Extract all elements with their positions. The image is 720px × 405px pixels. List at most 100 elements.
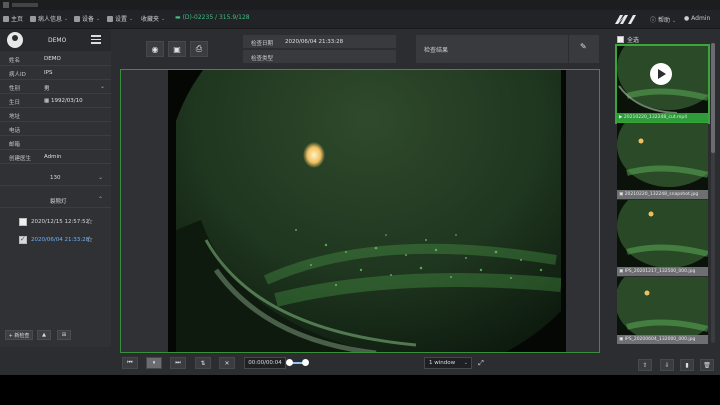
exam-result: 检查结果 ✎ [416, 35, 599, 63]
record-date[interactable]: 2020/12/15 12:57:52 [31, 219, 89, 225]
gallery-caption: ▣ IPS_20201217_132500_000.jpg [617, 267, 708, 276]
window-select-value: 1 window [429, 360, 456, 366]
gallery-scrollbar[interactable] [711, 43, 715, 343]
scrollbar-thumb[interactable] [711, 43, 715, 153]
camera-icon[interactable]: ◉ [146, 41, 164, 57]
chevron-down-icon: ⌄ [64, 15, 69, 22]
chevron-down-icon: ⌄ [129, 15, 134, 22]
video-capture-icon[interactable]: ▣ [168, 41, 186, 57]
edit-icon[interactable]: ✎ [580, 42, 587, 51]
star-icon[interactable]: ☆ [86, 235, 93, 244]
field-label: 创建医生 [9, 156, 32, 162]
nav-patient-info[interactable]: 病人信息 ⌄ [30, 14, 68, 23]
upload-button[interactable]: ▲ [37, 330, 51, 340]
menu-icon[interactable] [91, 35, 101, 44]
field-name: 姓名 DEMO [0, 52, 111, 66]
field-address[interactable]: 地址 [0, 108, 111, 122]
birthday-value: 1992/03/10 [50, 98, 83, 104]
record-group-130[interactable]: 130 ⌄ [0, 170, 111, 186]
field-value[interactable]: 男 [44, 84, 50, 92]
chevron-down-icon: ⌄ [671, 18, 677, 24]
new-exam-button[interactable]: + 新检查 [5, 330, 33, 340]
bookmark-icon[interactable]: ▮ [680, 359, 694, 371]
device-ip-text: (D)-02235 / 315.9/128 [182, 14, 250, 21]
record-date[interactable]: 2020/06/04 21:33:28 [31, 237, 89, 243]
help-icon: ⓘ [650, 17, 657, 24]
group-title: 130 [50, 175, 61, 181]
help-menu[interactable]: ⓘ 帮助 ⌄ [650, 15, 676, 24]
fullscreen-icon[interactable]: ⤢ [474, 357, 488, 369]
slider-handle[interactable] [302, 359, 309, 366]
gallery-item[interactable]: ▣ 20210220_132248_snapshot.jpg [617, 123, 708, 199]
exam-date-label: 检查日期 [251, 41, 274, 47]
pause-icon[interactable]: ⏸ [146, 357, 162, 369]
thumbnail-image [617, 123, 708, 190]
group-title: 裂隙灯 [50, 199, 67, 205]
nav-home-label: 主页 [11, 16, 24, 23]
gallery-caption-text: IPS_20201217_132500_000.jpg [624, 269, 696, 274]
skip-back-icon[interactable]: ⏮ [122, 357, 138, 369]
select-all[interactable]: 全选 [617, 35, 639, 44]
record-checkbox[interactable] [19, 235, 27, 244]
exam-result-label: 检查结果 [424, 47, 449, 54]
field-value[interactable]: ▦ 1992/03/10 [44, 98, 83, 104]
gallery-item[interactable]: ▶ 20210220_132248_cut.mp4 [615, 44, 710, 124]
gallery-item[interactable]: ▣ IPS_20200604_132000_000.jpg [617, 277, 708, 344]
chevron-down-icon: ⌄ [161, 15, 166, 22]
user-icon [30, 15, 36, 22]
repeat-icon[interactable]: ⇅ [195, 357, 211, 369]
chevron-down-icon: ⌄ [463, 360, 468, 366]
star-icon[interactable]: ☆ [86, 217, 93, 226]
grid-button[interactable]: ⊞ [57, 330, 71, 340]
upload-icon[interactable]: ⇧ [638, 359, 652, 371]
skip-forward-icon[interactable]: ⏭ [170, 357, 186, 369]
car-icon: ▬ [175, 14, 183, 21]
delete-icon[interactable]: 🗑 [700, 359, 714, 371]
playback-controls: ⏮ ⏸ ⏭ ⇅ ✕ 00:00/00:04 1 window ⌄ ⤢ [113, 354, 608, 372]
nav-device[interactable]: 设备 ⌄ [74, 14, 100, 23]
chevron-up-icon: ⌃ [98, 196, 104, 203]
nav-home[interactable]: 主页 [3, 14, 23, 23]
play-icon[interactable] [650, 63, 672, 85]
print-icon[interactable]: ⎙ [190, 41, 208, 57]
window-select[interactable]: 1 window ⌄ [424, 357, 472, 369]
gallery-caption-text: 20210220_132248_cut.mp4 [623, 115, 688, 120]
media-gallery: 全选 ▶ 20210220_132248_cut.mp4 ▣ 20210220_… [612, 29, 720, 347]
divider [568, 35, 569, 63]
device-ip-status: ▬ (D)-02235 / 315.9/128 [175, 14, 250, 21]
gallery-item[interactable]: ▣ IPS_20201217_132500_000.jpg [617, 200, 708, 276]
top-nav: 主页 病人信息 ⌄ 设备 ⌄ 设置 ⌄ 收藏夹 ⌄ ▬ (D)-02235 / … [0, 10, 720, 29]
field-birthday[interactable]: 生日 ▦ 1992/03/10 [0, 94, 111, 108]
app-title-placeholder [12, 3, 38, 7]
brand-logo [615, 15, 636, 24]
field-phone[interactable]: 电话 [0, 122, 111, 136]
record-group-slitlamp[interactable]: 裂隙灯 ⌃ [0, 192, 111, 208]
close-icon[interactable]: ✕ [219, 357, 235, 369]
gallery-toolbar: ⇧ ⇩ ▮ 🗑 [624, 357, 720, 375]
record-row[interactable]: 2020/06/04 21:33:28 ☆ [0, 230, 111, 250]
nav-patient-info-label: 病人信息 [38, 16, 63, 23]
field-value[interactable]: IPS [44, 70, 52, 76]
nav-favorites[interactable]: 收藏夹 ⌄ [141, 14, 166, 24]
field-doctor: 创建医生 Admin [0, 150, 111, 164]
gallery-caption: ▶ 20210220_132248_cut.mp4 [617, 113, 708, 122]
avatar [7, 32, 23, 48]
field-label: 生日 [9, 100, 21, 106]
chevron-down-icon: ⌄ [98, 174, 104, 181]
user-menu[interactable]: ● Admin [684, 15, 710, 22]
field-value[interactable]: DEMO [44, 56, 61, 62]
field-email[interactable]: 邮箱 [0, 136, 111, 150]
record-row[interactable]: 2020/12/15 12:57:52 ☆ [0, 212, 111, 232]
slider-handle[interactable] [286, 359, 293, 366]
download-icon[interactable]: ⇩ [660, 359, 674, 371]
chevron-down-icon: ⌄ [96, 15, 101, 22]
select-all-checkbox[interactable] [617, 36, 624, 43]
field-gender[interactable]: 性别 男 ⌄ [0, 80, 111, 94]
video-viewer[interactable] [120, 69, 600, 353]
speed-slider[interactable] [286, 359, 309, 366]
user-icon: ● [684, 15, 690, 22]
nav-settings[interactable]: 设置 ⌄ [107, 14, 133, 23]
record-checkbox[interactable] [19, 218, 27, 226]
chevron-down-icon[interactable]: ⌄ [100, 83, 105, 90]
thumbnail-image [617, 200, 708, 267]
